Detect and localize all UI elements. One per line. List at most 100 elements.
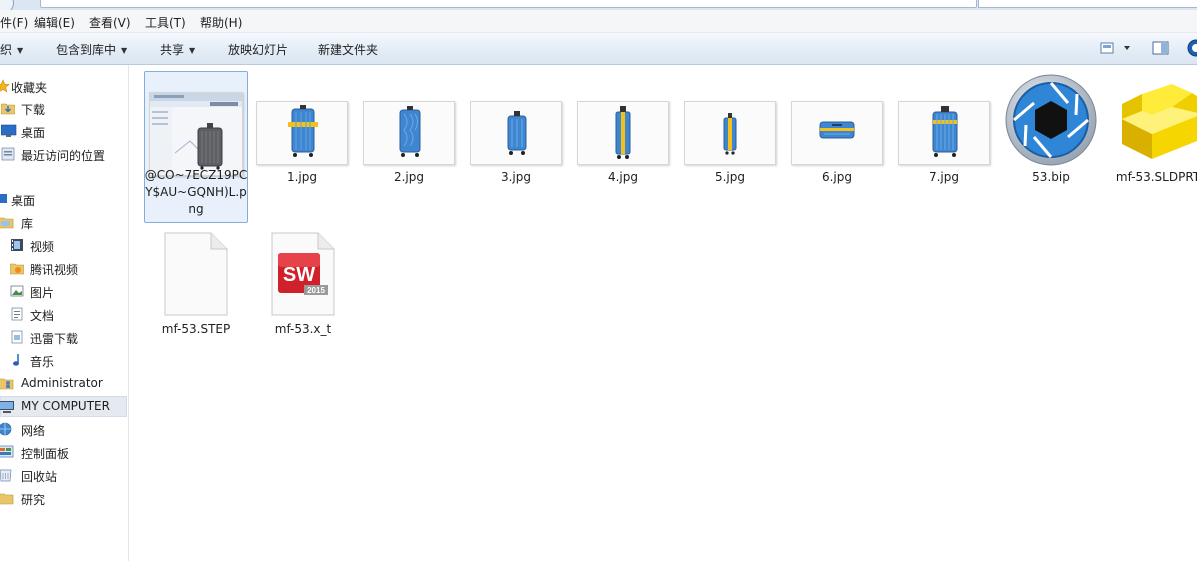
desktop-icon: [0, 192, 8, 206]
nav-item-libraries[interactable]: 库: [0, 212, 127, 233]
nav-item-tencent-video[interactable]: 腾讯视频: [0, 258, 127, 279]
nav-item-pictures[interactable]: 图片: [0, 281, 127, 302]
view-options-button[interactable]: [1100, 40, 1134, 59]
file-thumbnail: [684, 101, 776, 165]
address-bar[interactable]: [40, 0, 977, 8]
file-item-png[interactable]: @CO~7ECZ19PCY$AU~GQNH)L.png: [144, 71, 248, 223]
file-item-jpg[interactable]: 2.jpg: [357, 71, 461, 191]
nav-item-documents[interactable]: 文档: [0, 304, 127, 325]
preview-pane-button[interactable]: [1152, 40, 1170, 59]
search-box[interactable]: [978, 0, 1197, 8]
menu-edit[interactable]: 编辑(E): [34, 14, 75, 31]
nav-item-desktop[interactable]: 桌面: [0, 121, 127, 142]
nav-item-recycle-bin[interactable]: 回收站: [0, 465, 127, 486]
nav-item-control-panel[interactable]: 控制面板: [0, 442, 127, 463]
suitcase-photo-icon: [932, 106, 958, 157]
library-icon: [0, 215, 14, 229]
slideshow-button[interactable]: 放映幻灯片: [228, 41, 288, 58]
recycle-bin-icon: [0, 468, 12, 482]
chevron-down-icon: ▼: [121, 46, 128, 55]
nav-label: 下载: [21, 103, 46, 117]
nav-item-desktop-root[interactable]: 桌面: [0, 189, 127, 210]
suitcase-photo-icon: [399, 106, 421, 157]
thunder-download-icon: [10, 330, 24, 344]
view-icon: [1100, 42, 1130, 54]
nav-item-music[interactable]: 音乐: [0, 350, 127, 371]
file-name: mf-53.SLDPRT: [1115, 170, 1197, 184]
menu-bar: 件(F) 编辑(E) 查看(V) 工具(T) 帮助(H): [0, 10, 1197, 33]
menu-file[interactable]: 件(F): [0, 14, 28, 31]
menu-help[interactable]: 帮助(H): [200, 14, 242, 31]
nav-label: 库: [21, 217, 34, 231]
preview-pane-icon: [1152, 41, 1169, 55]
file-item-jpg[interactable]: 4.jpg: [571, 71, 675, 191]
menu-view[interactable]: 查看(V): [89, 14, 131, 31]
file-item-jpg[interactable]: 7.jpg: [892, 71, 996, 191]
nav-item-favorites[interactable]: 收藏夹: [0, 76, 127, 97]
menu-tools[interactable]: 工具(T): [145, 14, 186, 31]
file-item-jpg[interactable]: 1.jpg: [250, 71, 354, 191]
file-item-jpg[interactable]: 3.jpg: [464, 71, 568, 191]
help-button[interactable]: [1187, 39, 1197, 60]
nav-item-downloads[interactable]: 下载: [0, 98, 127, 119]
nav-label: 桌面: [21, 126, 46, 140]
suitcase-photo-icon: [288, 105, 318, 157]
sw-year-text: 2015: [307, 286, 325, 295]
sw-logo-text: SW: [283, 264, 315, 286]
pictures-icon: [10, 284, 24, 298]
user-folder-icon: [0, 376, 14, 390]
blank-document-icon: [164, 232, 228, 316]
documents-icon: [10, 307, 24, 321]
nav-item-thunder-downloads[interactable]: 迅雷下载: [0, 327, 127, 348]
nav-label: Administrator: [21, 376, 103, 390]
organize-button[interactable]: 织 ▼: [0, 41, 23, 58]
file-thumbnail: [149, 92, 243, 176]
suitcase-photo-icon: [615, 106, 631, 159]
file-thumbnail: [256, 101, 348, 165]
nav-label: 腾讯视频: [30, 263, 79, 277]
share-button[interactable]: 共享 ▼: [160, 41, 195, 58]
video-icon: [10, 238, 24, 252]
file-name: 2.jpg: [393, 170, 425, 184]
nav-label: 音乐: [30, 355, 55, 369]
file-name: mf-53.x_t: [274, 322, 332, 336]
suitcase-photo-icon: [507, 111, 527, 155]
file-name: 5.jpg: [714, 170, 746, 184]
file-item-xt[interactable]: SW 2015 mf-53.x_t: [251, 223, 355, 343]
suitcase-photo-icon: [819, 121, 855, 139]
file-thumbnail: [791, 101, 883, 165]
file-item-jpg[interactable]: 5.jpg: [678, 71, 782, 191]
solidworks-document-icon: SW 2015: [271, 232, 335, 316]
navigation-pane: 收藏夹 下载 桌面 最近访问的位置 桌面 库 视频 腾讯视频 图片 文档 迅雷下…: [0, 65, 129, 561]
nav-item-network[interactable]: 网络: [0, 419, 127, 440]
nav-label: 图片: [30, 286, 55, 300]
file-item-sldprt[interactable]: mf-53.SLDPRT: [1106, 71, 1197, 191]
file-name: mf-53.STEP: [161, 322, 231, 336]
nav-item-videos[interactable]: 视频: [0, 235, 127, 256]
folder-download-icon: [0, 101, 16, 115]
nav-label: 最近访问的位置: [21, 149, 106, 163]
file-item-jpg[interactable]: 6.jpg: [785, 71, 889, 191]
nav-label: 视频: [30, 240, 55, 254]
organize-label: 织: [0, 43, 13, 57]
file-item-bip[interactable]: 53.bip: [999, 71, 1103, 191]
nav-label: 迅雷下载: [30, 332, 79, 346]
new-folder-button[interactable]: 新建文件夹: [318, 41, 378, 58]
file-thumbnail: [363, 101, 455, 165]
nav-item-my-computer[interactable]: MY COMPUTER: [0, 396, 127, 417]
include-library-button[interactable]: 包含到库中 ▼: [56, 41, 127, 58]
desktop-icon: [0, 124, 17, 138]
nav-item-administrator[interactable]: Administrator: [0, 373, 127, 394]
nav-item-research[interactable]: 研究: [0, 488, 127, 509]
file-name: 4.jpg: [607, 170, 639, 184]
file-item-step[interactable]: mf-53.STEP: [144, 223, 248, 343]
nav-label: 控制面板: [21, 447, 70, 461]
file-thumbnail: [898, 101, 990, 165]
file-name: 3.jpg: [500, 170, 532, 184]
file-name: 53.bip: [1032, 170, 1070, 184]
nav-item-recent-places[interactable]: 最近访问的位置: [0, 144, 127, 165]
folder-icon: [9, 261, 25, 275]
file-name: 6.jpg: [821, 170, 853, 184]
control-panel-icon: [0, 445, 14, 459]
recent-places-icon: [1, 147, 15, 161]
